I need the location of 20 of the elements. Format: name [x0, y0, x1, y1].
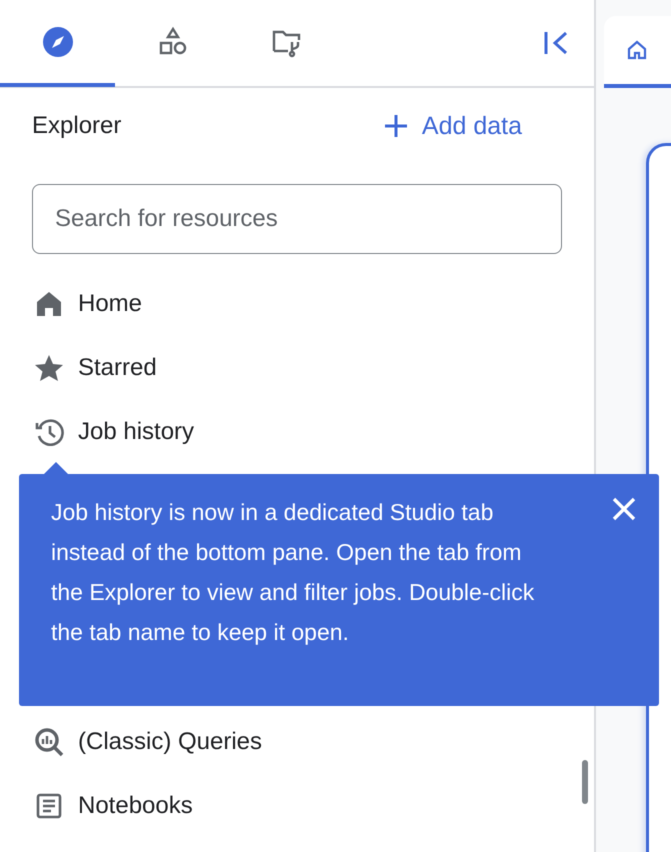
search-field[interactable]: Search for resources	[32, 184, 562, 254]
plus-icon	[384, 114, 408, 138]
explorer-title: Explorer	[32, 112, 122, 140]
star-icon	[34, 354, 64, 382]
home-icon	[626, 39, 648, 61]
document-icon	[34, 792, 64, 820]
chart-search-icon	[34, 727, 64, 757]
home-tab[interactable]	[604, 16, 671, 88]
nav-item[interactable]: Job history	[0, 400, 594, 464]
tooltip-text: Job history is now in a dedicated Studio tab instead of the bottom pane. Open the tab from the Explorer to view and filter jobs. Double-click the tab name to keep it open.	[51, 498, 536, 647]
nav-item[interactable]: Notebooks	[0, 774, 594, 838]
compass-icon	[42, 26, 74, 58]
add-data-button[interactable]: Add data	[384, 112, 522, 140]
nav-item[interactable]: (Classic) Queries	[0, 710, 594, 774]
nav-item[interactable]: Home	[0, 272, 594, 336]
nav-item[interactable]: Starred	[0, 336, 594, 400]
scrollbar[interactable]	[582, 760, 588, 804]
close-button[interactable]	[611, 496, 637, 522]
history-icon	[34, 418, 64, 446]
home-icon	[34, 290, 64, 318]
